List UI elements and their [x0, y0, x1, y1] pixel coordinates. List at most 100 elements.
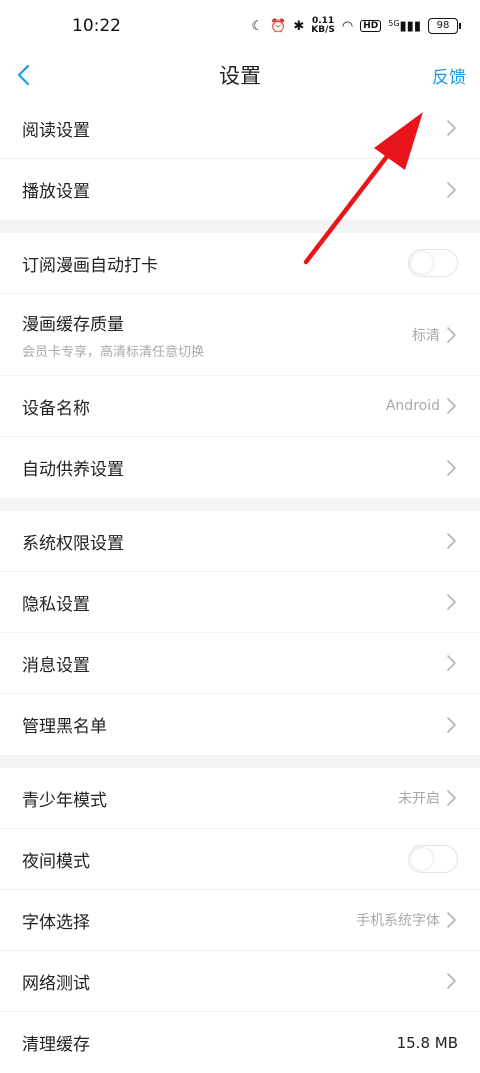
row-text: 网络测试	[22, 969, 90, 994]
settings-row[interactable]: 系统权限设置	[0, 511, 480, 572]
row-accessory	[444, 458, 458, 478]
hd-badge: HD	[360, 20, 382, 32]
row-text: 系统权限设置	[22, 529, 124, 554]
settings-row[interactable]: 隐私设置	[0, 572, 480, 633]
settings-row[interactable]: 自动供养设置	[0, 437, 480, 498]
row-accessory	[444, 592, 458, 612]
row-value: 手机系统字体	[356, 913, 440, 929]
toggle-switch[interactable]	[408, 845, 458, 873]
settings-row[interactable]: 青少年模式 未开启	[0, 768, 480, 829]
chevron-right-icon	[447, 326, 456, 343]
settings-row[interactable]: 设备名称 Android	[0, 376, 480, 437]
row-label: 播放设置	[22, 182, 90, 202]
group-separator	[0, 220, 480, 233]
group-separator	[0, 755, 480, 768]
settings-group: 阅读设置 播放设置	[0, 98, 480, 220]
net-speed: 0.11 KB/S	[311, 16, 335, 35]
row-subtitle: 会员卡专享，高清标清任意切换	[22, 344, 205, 360]
row-text: 漫画缓存质量会员卡专享，高清标清任意切换	[22, 310, 204, 360]
row-text: 播放设置	[22, 177, 90, 202]
chevron-right-icon	[447, 181, 456, 198]
settings-row[interactable]: 播放设置	[0, 159, 480, 220]
settings-row[interactable]: 网络测试	[0, 951, 480, 1012]
row-label: 字体选择	[22, 912, 90, 933]
chevron-right-icon	[447, 655, 456, 671]
wifi-icon: ◠	[341, 18, 354, 34]
row-label: 订阅漫画自动打卡	[22, 255, 158, 276]
row-text: 设备名称	[22, 394, 90, 419]
row-accessory	[408, 845, 458, 873]
row-text: 夜间模式	[22, 847, 90, 872]
row-accessory	[444, 180, 458, 200]
row-accessory: Android	[386, 396, 458, 416]
row-label: 管理黑名单	[22, 717, 107, 737]
row-text: 管理黑名单	[22, 712, 107, 737]
row-label: 设备名称	[22, 398, 90, 419]
settings-row[interactable]: 漫画缓存质量会员卡专享，高清标清任意切换 标清	[0, 294, 480, 376]
row-text: 青少年模式	[22, 786, 107, 811]
settings-group: 系统权限设置 隐私设置消息设置管理黑名单	[0, 511, 480, 755]
status-bar: 10:22 ☾ ⏰ ✱ 0.11 KB/S ◠ HD 5G▮▮▮ 98	[0, 0, 480, 52]
chevron-right-icon	[447, 716, 456, 733]
chevron-right-icon	[447, 912, 456, 928]
signal-icon: 5G▮▮▮	[388, 18, 421, 34]
chevron-right-icon	[447, 973, 456, 989]
toggle-knob	[411, 252, 433, 274]
settings-row[interactable]: 订阅漫画自动打卡	[0, 233, 480, 294]
settings-group: 青少年模式 未开启夜间模式字体选择 手机系统字体网络测试清理缓存 15.8 MB	[0, 768, 480, 1073]
toggle-knob	[411, 848, 433, 870]
row-value: 15.8 MB	[396, 1033, 458, 1052]
row-accessory	[444, 971, 458, 991]
row-text: 阅读设置	[22, 116, 90, 141]
chevron-right-icon	[447, 790, 456, 806]
status-time: 10:22	[72, 16, 121, 36]
row-accessory	[444, 715, 458, 735]
settings-row[interactable]: 夜间模式	[0, 829, 480, 890]
row-label: 阅读设置	[22, 120, 90, 141]
group-separator	[0, 498, 480, 511]
settings-group: 订阅漫画自动打卡 漫画缓存质量会员卡专享，高清标清任意切换 标清设备名称 Androi…	[0, 233, 480, 498]
chevron-right-icon	[447, 459, 456, 476]
row-value: 未开启	[398, 791, 440, 807]
settings-row[interactable]: 清理缓存 15.8 MB	[0, 1012, 480, 1073]
row-label: 漫画缓存质量	[22, 314, 124, 335]
row-text: 隐私设置	[22, 590, 90, 615]
settings-list: 阅读设置播放设置订阅漫画自动打卡 漫画缓存质量会员卡专享，高清标清任意切换 标清设备…	[0, 98, 480, 1073]
row-accessory	[408, 249, 458, 277]
settings-row[interactable]: 阅读设置	[0, 98, 480, 159]
settings-row[interactable]: 管理黑名单	[0, 694, 480, 755]
bluetooth-icon: ✱	[293, 18, 305, 34]
row-label: 清理缓存	[22, 1035, 90, 1055]
row-text: 消息设置	[22, 651, 90, 676]
row-value: 标清	[412, 327, 440, 344]
row-accessory: 手机系统字体	[356, 910, 458, 930]
row-accessory: 15.8 MB	[397, 1034, 458, 1052]
row-label: 消息设置	[22, 655, 90, 676]
toggle-switch[interactable]	[408, 249, 458, 277]
moon-icon: ☾	[251, 18, 264, 34]
row-label: 青少年模式	[22, 790, 107, 811]
row-value: Android	[385, 398, 440, 414]
row-text: 订阅漫画自动打卡	[22, 251, 158, 276]
battery-icon: 98	[428, 18, 461, 34]
row-text: 自动供养设置	[22, 455, 124, 480]
row-accessory	[444, 653, 458, 673]
chevron-right-icon	[447, 533, 456, 549]
chevron-left-icon	[17, 64, 30, 86]
settings-row[interactable]: 消息设置	[0, 633, 480, 694]
feedback-button[interactable]: 反馈	[432, 63, 466, 88]
row-accessory: 标清	[412, 325, 458, 345]
row-label: 隐私设置	[22, 594, 90, 615]
row-accessory	[444, 531, 458, 551]
row-label: 自动供养设置	[22, 460, 124, 480]
settings-row[interactable]: 字体选择 手机系统字体	[0, 890, 480, 951]
chevron-right-icon	[447, 594, 456, 610]
row-accessory: 未开启	[398, 788, 458, 808]
back-button[interactable]	[16, 60, 46, 90]
row-label: 系统权限设置	[22, 533, 124, 554]
row-text: 清理缓存	[22, 1030, 90, 1055]
row-label: 网络测试	[22, 973, 90, 994]
chevron-right-icon	[447, 398, 456, 414]
status-icons: ☾ ⏰ ✱ 0.11 KB/S ◠ HD 5G▮▮▮ 98	[251, 16, 461, 35]
chevron-right-icon	[447, 120, 456, 136]
